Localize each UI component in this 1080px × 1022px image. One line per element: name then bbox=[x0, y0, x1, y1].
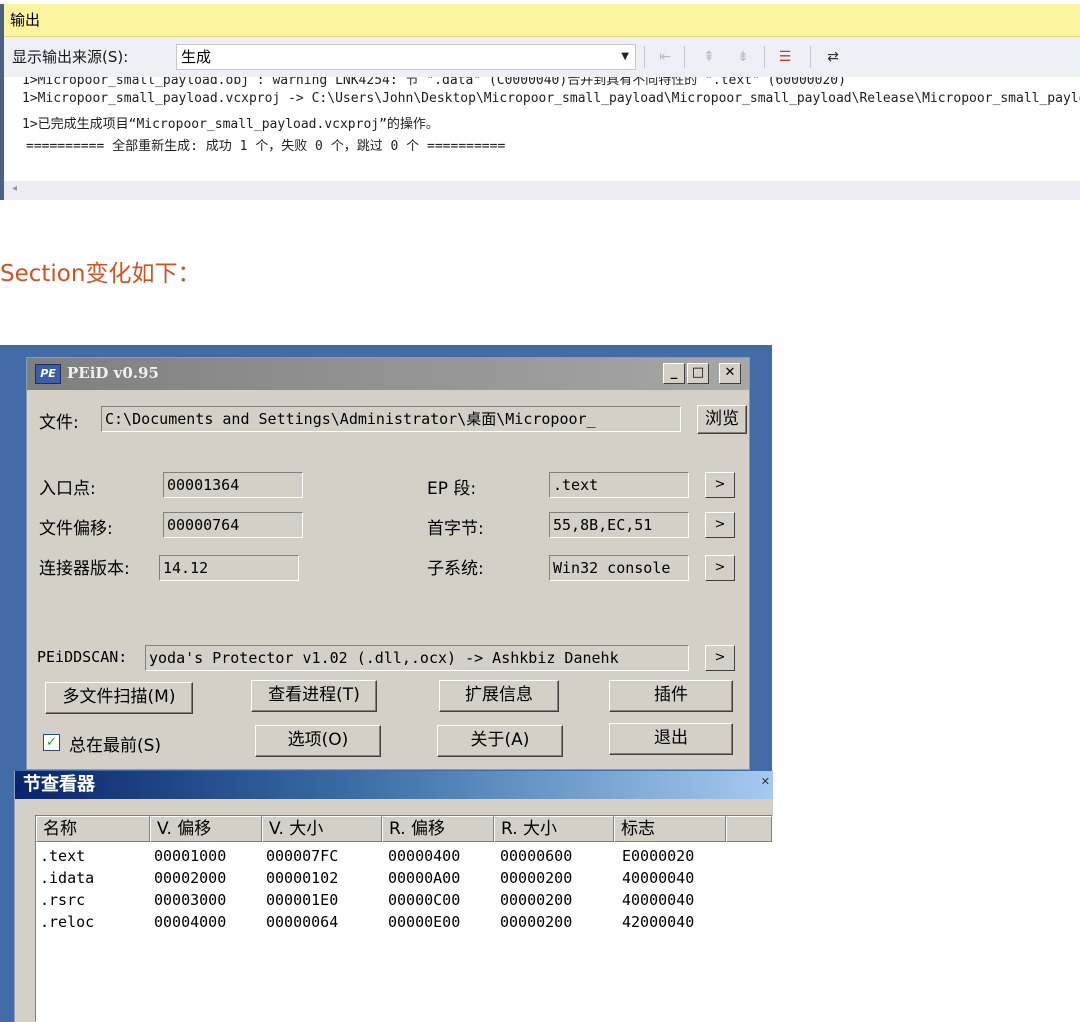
section-viewer-title[interactable]: 节查看器 bbox=[15, 771, 773, 799]
toolbar-separator bbox=[764, 46, 765, 68]
ep-section-field[interactable]: .text bbox=[549, 472, 689, 498]
cell-v-offset: 00004000 bbox=[154, 913, 227, 931]
peiddscan-label: PEiDDSCAN: bbox=[37, 648, 128, 666]
subsystem-field[interactable]: Win32 console bbox=[549, 555, 689, 581]
cell-name: .idata bbox=[40, 869, 95, 887]
file-label: 文件: bbox=[39, 413, 79, 433]
next-message-icon[interactable]: ⇟ bbox=[732, 46, 754, 68]
exit-button[interactable]: 退出 bbox=[609, 723, 733, 755]
first-bytes-label: 首字节: bbox=[427, 519, 484, 539]
maximize-icon[interactable]: □ bbox=[687, 363, 709, 384]
cell-v-offset: 00002000 bbox=[154, 869, 227, 887]
cell-r-offset: 00000A00 bbox=[388, 869, 461, 887]
file-path-field[interactable]: C:\Documents and Settings\Administrator\… bbox=[101, 406, 681, 432]
about-button[interactable]: 关于(A) bbox=[437, 725, 563, 757]
minimize-icon[interactable]: _ bbox=[663, 363, 685, 384]
always-on-top-label: 总在最前(S) bbox=[69, 736, 162, 756]
peiddscan-arrow-button[interactable]: > bbox=[705, 645, 735, 671]
output-toolbar: 显示输出来源(S): 生成 ▼ ⇤ ⇞ ⇟ ☰ ⇄ bbox=[4, 37, 1080, 77]
column-header-r-offset[interactable]: R. 偏移 bbox=[382, 816, 494, 842]
desktop-background: PE PEiD v0.95 _ □ ✕ 文件: C:\Documents and… bbox=[0, 345, 773, 1022]
subsystem-label: 子系统: bbox=[427, 559, 484, 579]
output-source-select[interactable]: 生成 ▼ bbox=[176, 44, 636, 70]
cell-r-size: 00000600 bbox=[500, 847, 573, 865]
cell-v-size: 000007FC bbox=[266, 847, 339, 865]
entry-point-field[interactable]: 00001364 bbox=[163, 472, 303, 498]
column-header-name[interactable]: 名称 bbox=[36, 816, 150, 842]
cell-v-offset: 00003000 bbox=[154, 891, 227, 909]
column-header-v-size[interactable]: V. 大小 bbox=[262, 816, 382, 842]
peid-window: PE PEiD v0.95 _ □ ✕ 文件: C:\Documents and… bbox=[26, 357, 750, 770]
output-line: 1>已完成生成项目“Micropoor_small_payload.vcxpro… bbox=[22, 117, 439, 132]
section-viewer-body: 名称 V. 偏移 V. 大小 R. 偏移 R. 大小 标志 .text 0000… bbox=[15, 799, 773, 1022]
cell-flags: 40000040 bbox=[622, 891, 695, 909]
peid-titlebar[interactable]: PE PEiD v0.95 _ □ ✕ bbox=[27, 358, 749, 390]
task-viewer-button[interactable]: 查看进程(T) bbox=[251, 680, 377, 712]
column-header-v-offset[interactable]: V. 偏移 bbox=[150, 816, 262, 842]
cell-name: .rsrc bbox=[40, 891, 86, 909]
output-text-area[interactable]: 1>Micropoor_small_payload.obj : warning … bbox=[4, 77, 1080, 181]
word-wrap-icon[interactable]: ⇄ bbox=[822, 46, 844, 68]
browse-button[interactable]: 浏览 bbox=[697, 405, 747, 434]
entry-point-label: 入口点: bbox=[39, 479, 96, 499]
output-line: 1>Micropoor_small_payload.vcxproj -> C:\… bbox=[22, 91, 1080, 106]
column-header-flags[interactable]: 标志 bbox=[614, 816, 726, 842]
cell-flags: E0000020 bbox=[622, 847, 695, 865]
cell-r-size: 00000200 bbox=[500, 869, 573, 887]
output-panel-title: 输出 bbox=[4, 4, 1080, 37]
cell-name: .text bbox=[40, 847, 86, 865]
file-offset-label: 文件偏移: bbox=[39, 519, 113, 539]
peid-window-title: PEiD v0.95 bbox=[67, 364, 159, 382]
cell-v-size: 00000102 bbox=[266, 869, 339, 887]
extra-info-button[interactable]: 扩展信息 bbox=[439, 680, 559, 712]
options-button[interactable]: 选项(O) bbox=[255, 725, 381, 757]
close-icon[interactable]: ✕ bbox=[719, 363, 741, 384]
column-header-r-size[interactable]: R. 大小 bbox=[494, 816, 614, 842]
linker-version-label: 连接器版本: bbox=[39, 559, 130, 579]
linker-version-field[interactable]: 14.12 bbox=[159, 555, 299, 581]
plugins-button[interactable]: 插件 bbox=[609, 680, 733, 712]
first-bytes-field[interactable]: 55,8B,EC,51 bbox=[549, 512, 689, 538]
ep-section-arrow-button[interactable]: > bbox=[705, 472, 735, 498]
horizontal-scrollbar[interactable]: ◂ bbox=[4, 181, 1080, 200]
toolbar-separator bbox=[644, 46, 645, 68]
cell-r-offset: 00000E00 bbox=[388, 913, 461, 931]
cell-flags: 40000040 bbox=[622, 869, 695, 887]
always-on-top-checkbox[interactable]: ✓ bbox=[43, 734, 60, 751]
cell-r-size: 00000200 bbox=[500, 891, 573, 909]
output-line: ========== 全部重新生成: 成功 1 个，失败 0 个，跳过 0 个 … bbox=[26, 139, 506, 154]
peiddscan-result-field[interactable]: yoda's Protector v1.02 (.dll,.ocx) -> As… bbox=[145, 645, 689, 671]
cell-flags: 42000040 bbox=[622, 913, 695, 931]
file-offset-field[interactable]: 00000764 bbox=[163, 512, 303, 538]
cell-r-size: 00000200 bbox=[500, 913, 573, 931]
cell-r-offset: 00000C00 bbox=[388, 891, 461, 909]
article-heading: Section变化如下： bbox=[0, 261, 201, 287]
prev-message-icon[interactable]: ⇞ bbox=[698, 46, 720, 68]
output-panel: 输出 显示输出来源(S): 生成 ▼ ⇤ ⇞ ⇟ ☰ ⇄ 1>Micropoor… bbox=[0, 4, 1080, 200]
dropdown-arrow-icon[interactable]: ▼ bbox=[621, 45, 629, 69]
cell-v-size: 000001E0 bbox=[266, 891, 339, 909]
toolbar-separator bbox=[810, 46, 811, 68]
multi-file-scan-button[interactable]: 多文件扫描(M) bbox=[45, 682, 193, 714]
cell-v-offset: 00001000 bbox=[154, 847, 227, 865]
find-message-icon[interactable]: ⇤ bbox=[654, 46, 676, 68]
column-header-spacer bbox=[726, 816, 772, 842]
cell-name: .reloc bbox=[40, 913, 95, 931]
output-line: 1>Micropoor_small_payload.obj : warning … bbox=[22, 77, 846, 88]
section-table[interactable]: 名称 V. 偏移 V. 大小 R. 偏移 R. 大小 标志 .text 0000… bbox=[35, 815, 773, 1022]
ep-section-label: EP 段: bbox=[427, 479, 477, 499]
cell-v-size: 00000064 bbox=[266, 913, 339, 931]
toolbar-separator bbox=[684, 46, 685, 68]
subsystem-arrow-button[interactable]: > bbox=[705, 555, 735, 581]
output-source-value: 生成 bbox=[181, 48, 212, 66]
cell-r-offset: 00000400 bbox=[388, 847, 461, 865]
close-icon[interactable]: ✕ bbox=[761, 775, 770, 788]
clear-all-icon[interactable]: ☰ bbox=[774, 46, 796, 68]
scroll-left-icon[interactable]: ◂ bbox=[12, 183, 17, 194]
peid-logo-icon: PE bbox=[35, 364, 61, 384]
first-bytes-arrow-button[interactable]: > bbox=[705, 512, 735, 538]
output-source-label: 显示输出来源(S): bbox=[12, 48, 129, 66]
section-viewer-window: 节查看器 ✕ 名称 V. 偏移 V. 大小 R. 偏移 R. 大小 标志 .te… bbox=[14, 771, 773, 1022]
